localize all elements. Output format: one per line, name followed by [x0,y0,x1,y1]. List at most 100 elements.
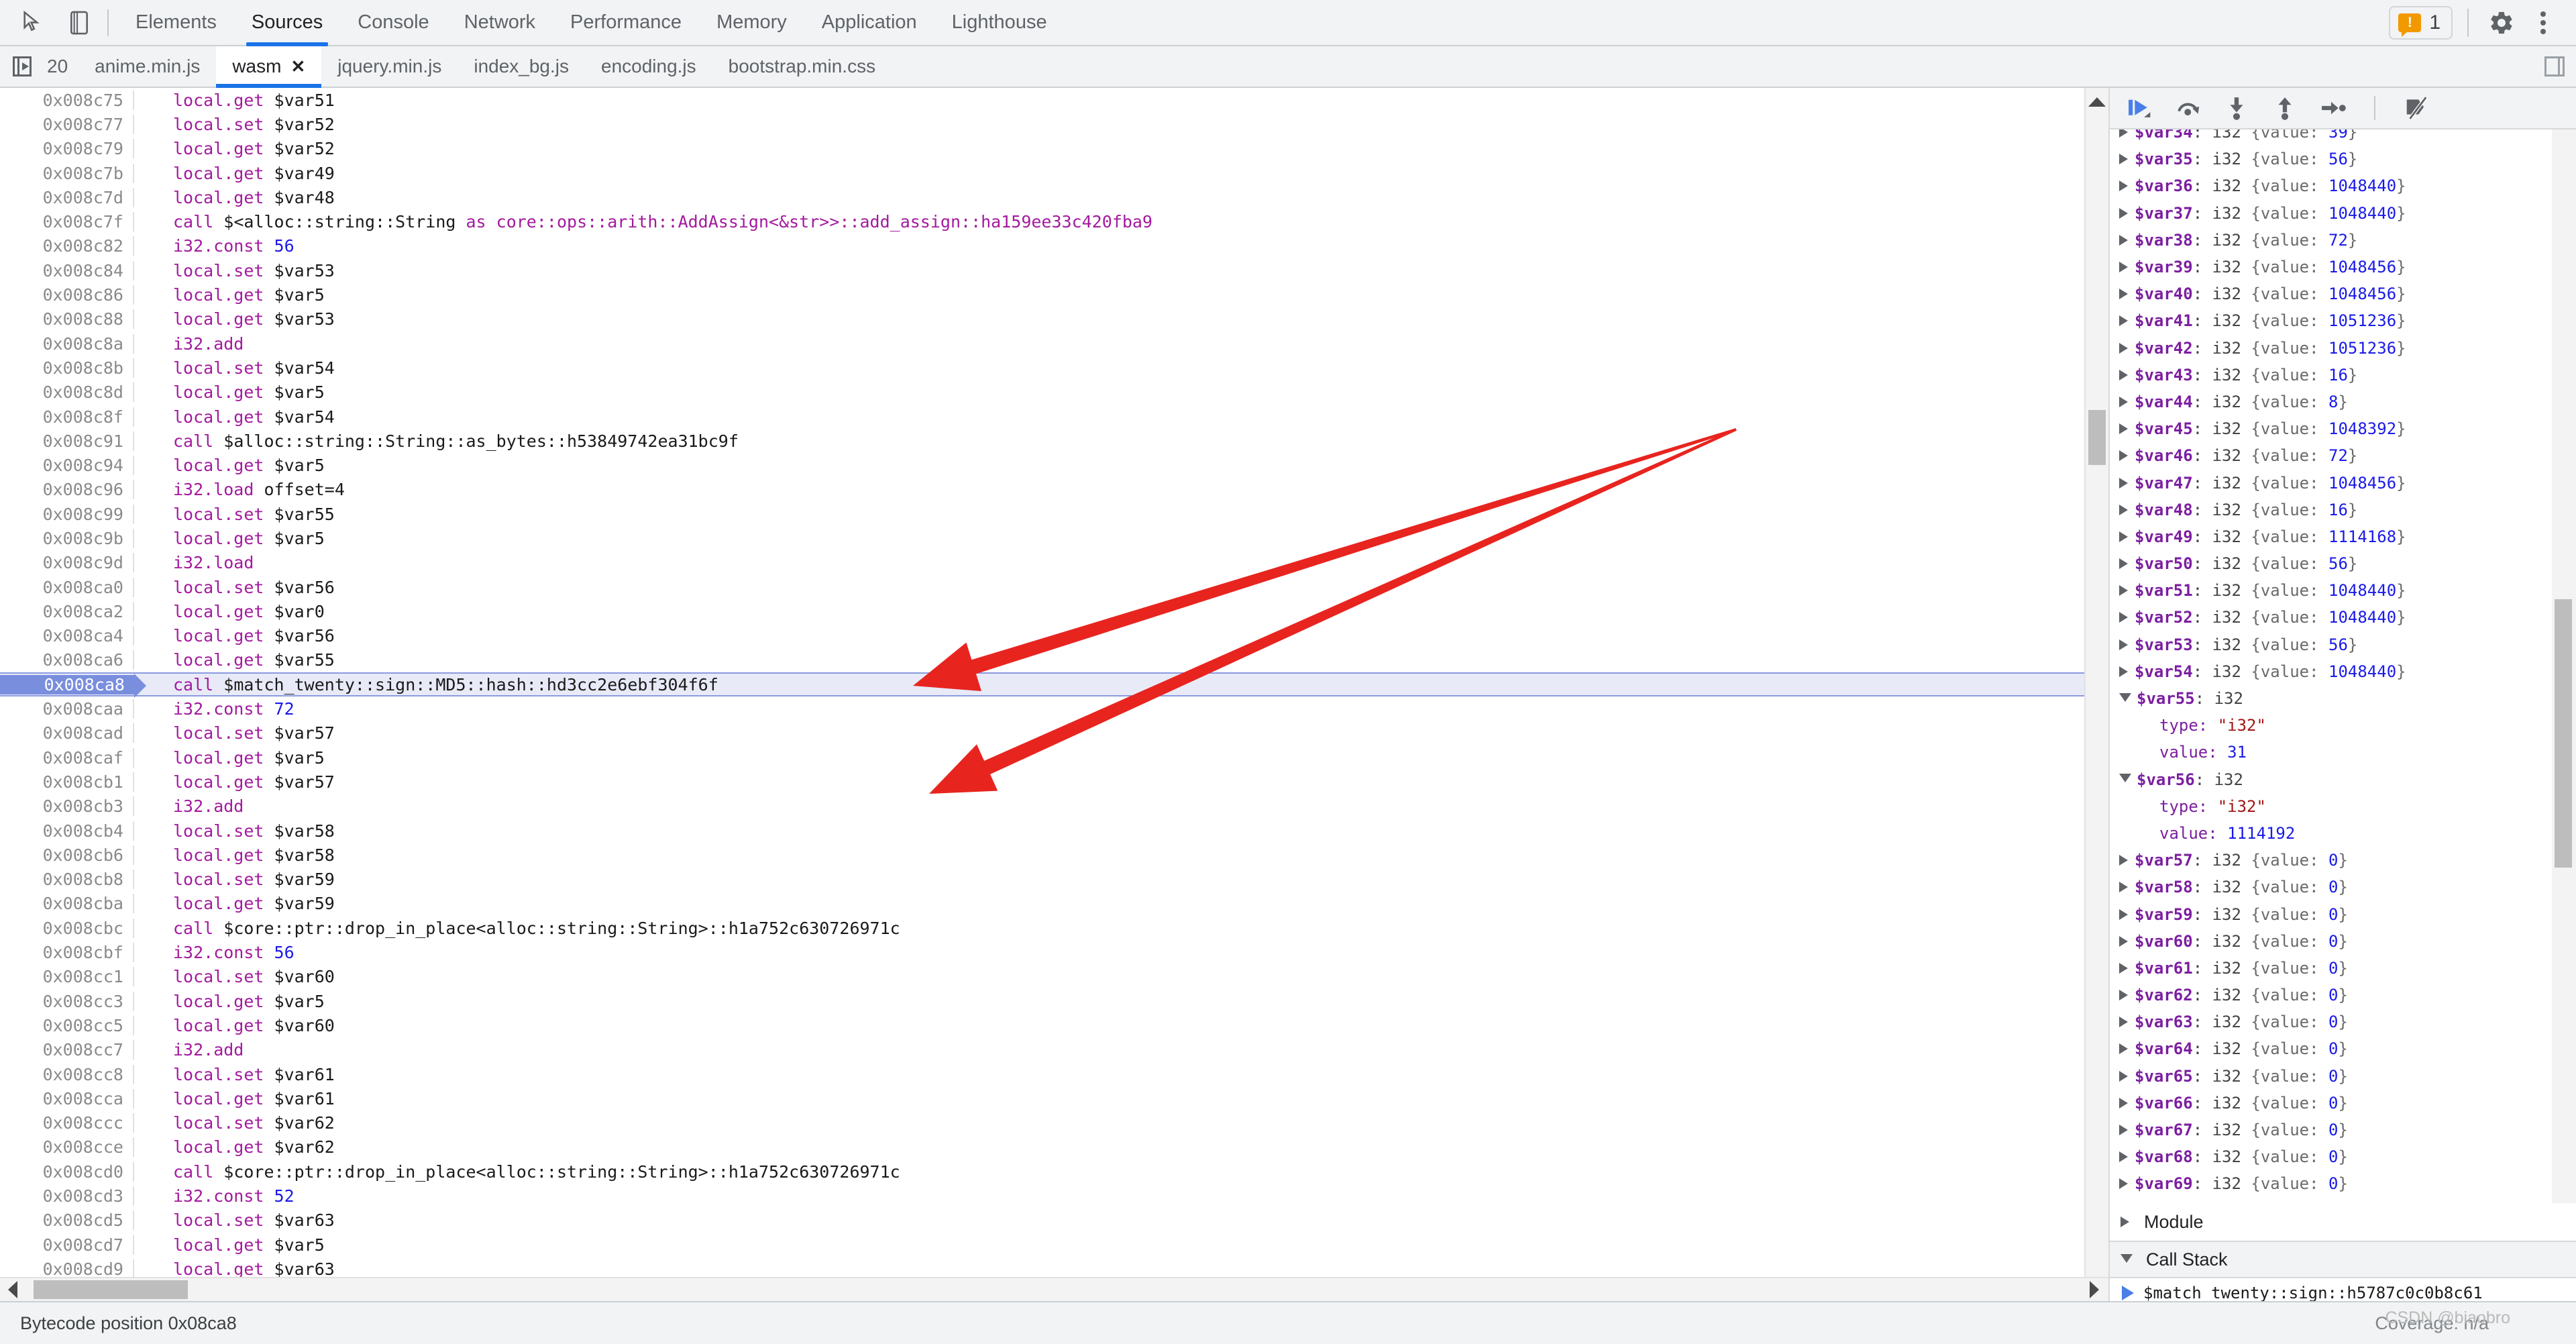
code-line[interactable]: 0x008c91 call $alloc::string::String::as_… [0,429,2108,453]
code-line[interactable]: 0x008ca4 local.get $var56 [0,624,2108,648]
code-line-offset[interactable]: 0x008c9b [0,528,134,548]
code-line-offset[interactable]: 0x008ccc [0,1113,134,1133]
file-tab-jquery-min-js[interactable]: jquery.min.js [321,46,458,87]
scope-variable-row[interactable]: $var41: i32 {value: 1051236} [2110,307,2576,334]
scope-variable-row[interactable]: $var51: i32 {value: 1048440} [2110,577,2576,604]
inspect-cursor-icon[interactable] [13,4,51,42]
scope-variable-row[interactable]: $var34: i32 {value: 39} [2110,130,2576,146]
code-line[interactable]: 0x008cd5 local.set $var63 [0,1208,2108,1233]
warning-count-button[interactable]: ! 1 [2389,5,2453,40]
scope-variable-row[interactable]: $var66: i32 {value: 0} [2110,1090,2576,1117]
code-lines[interactable]: 0x008c75 local.get $var51 0x008c77 local.se… [0,88,2108,1277]
chevron-right-icon[interactable] [2119,396,2128,407]
scope-variable-row[interactable]: $var53: i32 {value: 56} [2110,631,2576,658]
tab-console[interactable]: Console [340,0,446,45]
scope-variable-row[interactable]: $var49: i32 {value: 1114168} [2110,523,2576,550]
editor-vertical-scrollbar[interactable] [2084,88,2108,1277]
code-line-offset[interactable]: 0x008ca4 [0,626,134,646]
scroll-right-icon[interactable] [2090,1281,2099,1298]
chevron-right-icon[interactable] [2119,1017,2128,1028]
tab-performance[interactable]: Performance [553,0,699,45]
code-line[interactable]: 0x008c86 local.get $var5 [0,282,2108,307]
code-line[interactable]: 0x008c84 local.set $var53 [0,258,2108,282]
resume-icon[interactable] [2123,91,2157,125]
device-toolbar-icon[interactable] [60,4,98,42]
tab-sources[interactable]: Sources [234,0,340,46]
code-line[interactable]: 0x008c9d i32.load [0,551,2108,575]
scope-variable-row[interactable]: $var54: i32 {value: 1048440} [2110,658,2576,685]
code-line-offset[interactable]: 0x008cba [0,894,134,914]
file-tab-anime-min-js[interactable]: anime.min.js [78,46,216,87]
editor-horizontal-scrollbar[interactable] [0,1277,2108,1301]
scope-variable-row[interactable]: $var47: i32 {value: 1048456} [2110,469,2576,496]
scope-variable-child-row[interactable]: value: 1114192 [2110,820,2576,847]
chevron-right-icon[interactable] [2119,315,2128,327]
code-line[interactable]: 0x008ca6 local.get $var55 [0,648,2108,672]
code-line[interactable]: 0x008cad local.set $var57 [0,721,2108,745]
code-line[interactable]: 0x008cba local.get $var59 [0,892,2108,916]
code-line[interactable]: 0x008c8a i32.add [0,331,2108,356]
code-line-offset[interactable]: 0x008c7f [0,212,134,232]
code-line-offset[interactable]: 0x008cc7 [0,1040,134,1060]
code-line-offset[interactable]: 0x008c7b [0,163,134,183]
scope-variable-row[interactable]: $var67: i32 {value: 0} [2110,1117,2576,1143]
scope-variable-row[interactable]: $var40: i32 {value: 1048456} [2110,280,2576,307]
code-line[interactable]: 0x008c96 i32.load offset=4 [0,478,2108,502]
scroll-left-icon[interactable] [8,1281,17,1298]
scope-variable-row[interactable]: $var38: i32 {value: 72} [2110,227,2576,254]
show-drawer-icon[interactable] [2533,46,2576,87]
chevron-right-icon[interactable] [2119,342,2128,354]
code-line-offset[interactable]: 0x008c88 [0,309,134,329]
scope-vertical-scrollbar[interactable] [2552,130,2576,1203]
chevron-right-icon[interactable] [2119,207,2128,219]
code-line-offset[interactable]: 0x008c86 [0,285,134,305]
tab-network[interactable]: Network [447,0,553,45]
code-line-offset[interactable]: 0x008cbf [0,943,134,963]
scope-variable-row[interactable]: $var58: i32 {value: 0} [2110,874,2576,900]
scope-variable-row[interactable]: $var39: i32 {value: 1048456} [2110,254,2576,280]
scope-variable-row[interactable]: $var55: i32 [2110,685,2576,712]
code-line-offset[interactable]: 0x008cc5 [0,1015,134,1035]
code-line[interactable]: 0x008c99 local.set $var55 [0,502,2108,526]
deactivate-breakpoints-icon[interactable] [2400,91,2433,125]
code-line[interactable]: 0x008cb6 local.get $var58 [0,843,2108,867]
code-line[interactable]: 0x008c7b local.get $var49 [0,161,2108,185]
code-line-offset[interactable]: 0x008caf [0,747,134,768]
scope-variable-child-row[interactable]: value: 31 [2110,739,2576,766]
scope-variable-row[interactable]: $var68: i32 {value: 0} [2110,1143,2576,1170]
chevron-right-icon[interactable] [2119,262,2128,273]
scope-variable-row[interactable]: $var70: i32 {value: 0} [2110,1198,2576,1203]
code-line[interactable]: 0x008ccc local.set $var62 [0,1110,2108,1135]
code-line-offset[interactable]: 0x008c96 [0,480,134,500]
chevron-down-icon[interactable] [2119,774,2131,788]
chevron-right-icon[interactable] [2119,423,2128,435]
chevron-right-icon[interactable] [2119,1151,2128,1163]
code-line-offset[interactable]: 0x008cb3 [0,796,134,817]
tab-elements[interactable]: Elements [118,0,234,45]
code-line-offset[interactable]: 0x008c8a [0,333,134,354]
code-line-current[interactable]: 0x008ca8 call $match_twenty::sign::MD5::h… [0,672,2108,698]
code-line-offset[interactable]: 0x008ca2 [0,601,134,621]
code-line-offset[interactable]: 0x008cad [0,723,134,743]
code-line[interactable]: 0x008caf local.get $var5 [0,745,2108,770]
file-tab-wasm[interactable]: wasm ✕ [216,46,322,88]
code-line[interactable]: 0x008c77 local.set $var52 [0,112,2108,136]
scope-variable-row[interactable]: $var44: i32 {value: 8} [2110,389,2576,415]
code-line-offset[interactable]: 0x008cd7 [0,1235,134,1255]
scope-variable-list[interactable]: $var34: i32 {value: 39} $var35: i32 {valu… [2110,130,2576,1203]
code-line[interactable]: 0x008c8b local.set $var54 [0,356,2108,380]
call-stack-frame[interactable]: $match_twenty::sign::h5787c0c0b8c61 [2110,1278,2576,1301]
gear-icon[interactable] [2483,5,2520,41]
code-line-offset[interactable]: 0x008ca8 [0,673,146,698]
code-line[interactable]: 0x008cb8 local.set $var59 [0,868,2108,892]
code-line-offset[interactable]: 0x008cd0 [0,1161,134,1182]
code-line[interactable]: 0x008c82 i32.const 56 [0,234,2108,258]
scope-variable-child-row[interactable]: type: "i32" [2110,793,2576,820]
code-line-offset[interactable]: 0x008cc8 [0,1064,134,1084]
code-line-offset[interactable]: 0x008cd5 [0,1210,134,1231]
code-line[interactable]: 0x008c94 local.get $var5 [0,453,2108,477]
code-line[interactable]: 0x008cc1 local.set $var60 [0,965,2108,989]
scope-variable-row[interactable]: $var46: i32 {value: 72} [2110,442,2576,469]
scope-variable-row[interactable]: $var56: i32 [2110,766,2576,793]
code-line[interactable]: 0x008c7f call $<alloc::string::String as … [0,209,2108,234]
